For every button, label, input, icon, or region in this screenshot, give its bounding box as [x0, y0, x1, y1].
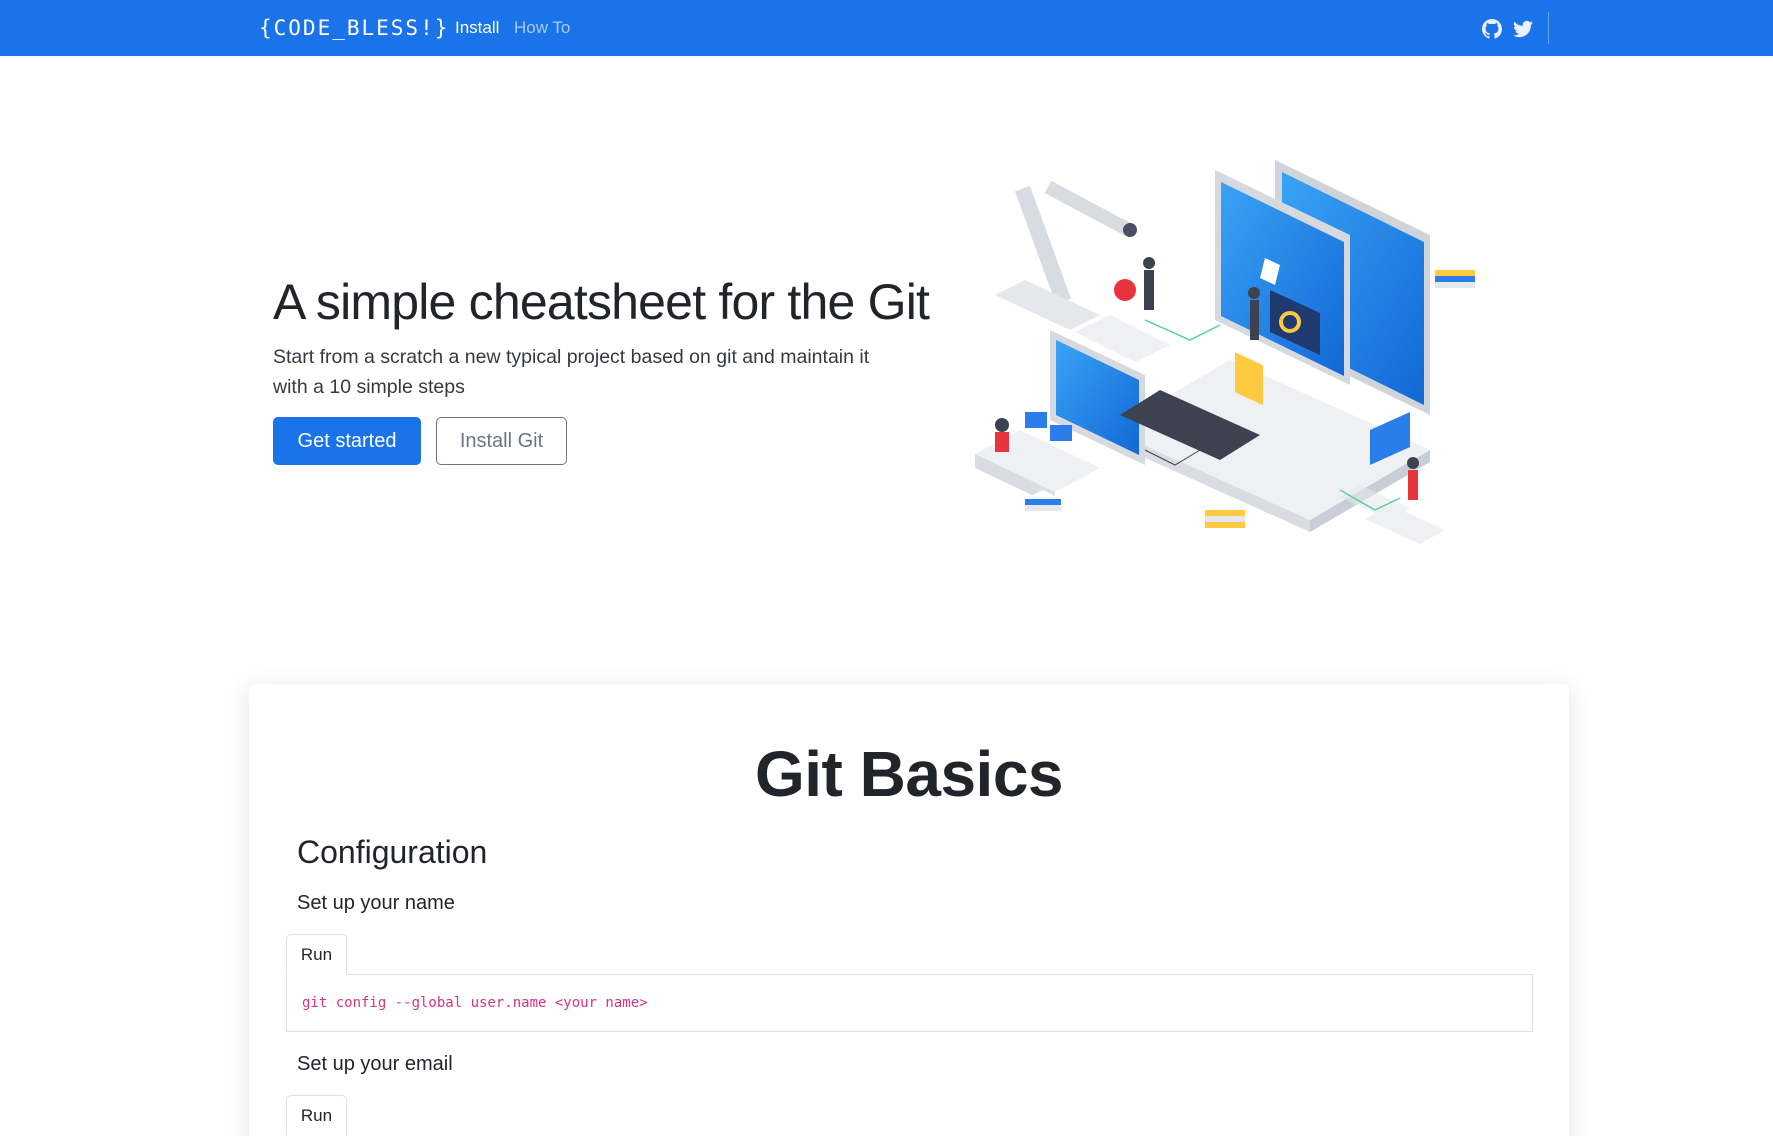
hero-lead-text: Start from a scratch a new typical proje… [273, 346, 870, 398]
install-git-button[interactable]: Install Git [436, 417, 567, 465]
section-title-configuration: Configuration [297, 834, 488, 870]
hero-title: A simple cheatsheet for the Git [273, 274, 930, 330]
step-label-email: Set up your email [297, 1053, 453, 1075]
github-icon[interactable] [1482, 19, 1502, 39]
nav-link-how-to[interactable]: How To [514, 17, 570, 39]
nav-link-install[interactable]: Install [455, 17, 499, 39]
get-started-button[interactable]: Get started [273, 417, 421, 465]
hero-illustration [930, 150, 1550, 590]
navbar-divider [1548, 12, 1549, 44]
code-command: git config --global user.name <your name… [302, 995, 648, 1011]
git-basics-card: Git Basics Configuration Set up your nam… [249, 684, 1569, 1136]
twitter-icon[interactable] [1513, 19, 1533, 39]
top-navbar: {CODE_BLESS!} Install How To [0, 0, 1773, 56]
code-block: git config --global user.name <your name… [286, 974, 1533, 1032]
tab-run[interactable]: Run [286, 1095, 347, 1136]
card-title: Git Basics [754, 738, 1064, 810]
step-label-name: Set up your name [297, 892, 455, 914]
tab-run[interactable]: Run [286, 934, 347, 975]
brand-logo[interactable]: {CODE_BLESS!} [259, 12, 449, 44]
